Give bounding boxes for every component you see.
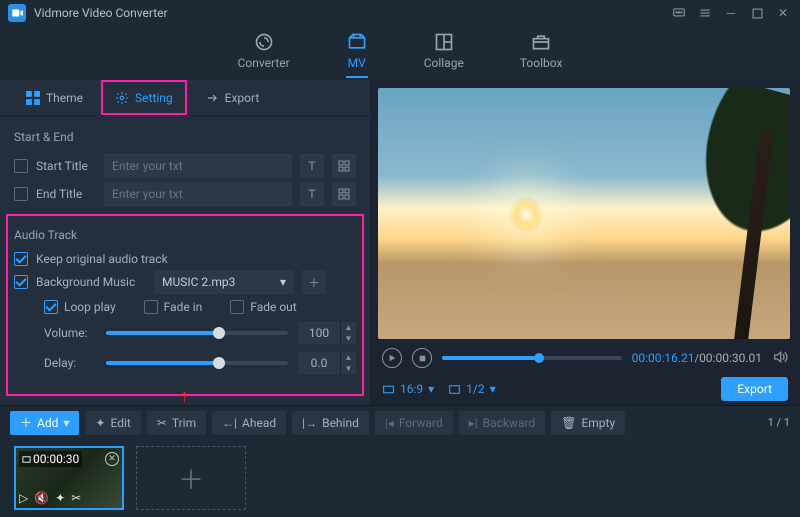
volume-up[interactable]: ▲ — [341, 322, 356, 333]
video-preview[interactable] — [378, 88, 790, 339]
start-title-label: Start Title — [36, 159, 96, 173]
zoom-select[interactable]: 1/2▾ — [448, 382, 495, 396]
clip-trim-icon[interactable]: ✂ — [71, 491, 81, 505]
volume-value[interactable]: 100▲▼ — [298, 322, 356, 344]
edit-button[interactable]: ✦Edit — [85, 411, 140, 435]
minimize-button[interactable]: ─ — [722, 4, 740, 22]
seek-bar[interactable] — [442, 356, 622, 360]
app-title: Vidmore Video Converter — [34, 6, 662, 20]
export-icon — [205, 91, 219, 105]
app-logo — [8, 4, 26, 22]
trash-icon: 🗑 — [561, 416, 576, 430]
magic-icon: ✦ — [95, 416, 105, 430]
volume-down[interactable]: ▼ — [341, 333, 356, 344]
page-indicator: 1 / 1 — [768, 416, 790, 429]
feedback-icon[interactable] — [670, 4, 688, 22]
bg-music-select[interactable]: MUSIC 2.mp3 ▾ — [154, 270, 294, 294]
forward-button[interactable]: |◂Forward — [375, 411, 453, 435]
keep-audio-label: Keep original audio track — [36, 252, 168, 266]
audio-track-panel: Audio Track Keep original audio track Ba… — [10, 218, 360, 392]
collage-icon — [433, 32, 455, 52]
delay-down[interactable]: ▼ — [341, 363, 356, 374]
loop-checkbox[interactable] — [44, 300, 58, 314]
add-music-button[interactable]: ＋ — [302, 270, 326, 294]
ahead-button[interactable]: ←|Ahead — [212, 411, 286, 435]
mv-icon — [346, 32, 368, 52]
delay-value[interactable]: 0.0▲▼ — [298, 352, 356, 374]
aspect-select[interactable]: 16:9▾ — [382, 382, 434, 396]
clip-duration: 00:00:30 — [19, 451, 82, 467]
delay-label: Delay: — [44, 356, 96, 370]
play-button[interactable] — [382, 348, 402, 368]
keep-audio-checkbox[interactable] — [14, 252, 28, 266]
scissors-icon: ✂ — [157, 416, 167, 430]
tab-theme[interactable]: Theme — [12, 80, 97, 115]
add-button[interactable]: ＋ Add ▾ — [10, 411, 79, 435]
trim-button[interactable]: ✂Trim — [147, 411, 206, 435]
nav-collage[interactable]: Collage — [424, 32, 464, 78]
end-title-checkbox[interactable] — [14, 187, 28, 201]
volume-icon[interactable] — [772, 349, 788, 368]
export-button[interactable]: Export — [721, 377, 788, 401]
menu-icon[interactable] — [696, 4, 714, 22]
fadeout-checkbox[interactable] — [230, 300, 244, 314]
start-text-pos-button[interactable] — [332, 154, 356, 178]
delay-up[interactable]: ▲ — [341, 352, 356, 363]
behind-button[interactable]: |→Behind — [292, 411, 369, 435]
start-text-style-button[interactable]: T — [300, 154, 324, 178]
start-end-title: Start & End — [14, 124, 356, 150]
add-clip-button[interactable]: ＋ — [136, 446, 246, 510]
nav-mv[interactable]: MV — [346, 32, 368, 78]
backward-button[interactable]: ▸|Backward — [459, 411, 546, 435]
time-display: 00:00:16.21/00:00:30.01 — [632, 351, 762, 365]
gear-icon — [115, 91, 129, 105]
chevron-down-icon: ▾ — [490, 382, 496, 396]
start-title-checkbox[interactable] — [14, 159, 28, 173]
volume-slider[interactable] — [106, 331, 288, 335]
clip-edit-icon[interactable]: ✦ — [55, 491, 65, 505]
delay-slider[interactable] — [106, 361, 288, 365]
bg-music-label: Background Music — [36, 275, 146, 289]
clip-mute-icon[interactable]: 🔇 — [34, 491, 49, 505]
stop-button[interactable] — [412, 348, 432, 368]
annotation-arrow: ↑ — [180, 386, 189, 407]
audio-track-title: Audio Track — [14, 222, 356, 248]
close-button[interactable]: ✕ — [774, 4, 792, 22]
chevron-down-icon: ▾ — [428, 382, 434, 396]
end-title-label: End Title — [36, 187, 96, 201]
tab-setting[interactable]: Setting — [101, 80, 187, 115]
end-text-pos-button[interactable] — [332, 182, 356, 206]
converter-icon — [253, 32, 275, 52]
clip-play-icon[interactable]: ▷ — [19, 491, 28, 505]
empty-button[interactable]: 🗑Empty — [551, 411, 625, 435]
tab-export[interactable]: Export — [191, 80, 274, 115]
end-text-style-button[interactable]: T — [300, 182, 324, 206]
maximize-button[interactable] — [748, 4, 766, 22]
end-title-input[interactable] — [104, 182, 292, 206]
clip-item[interactable]: 00:00:30 ✕ ▷ 🔇 ✦ ✂ — [14, 446, 124, 510]
theme-icon — [26, 91, 40, 105]
clip-remove-button[interactable]: ✕ — [105, 452, 119, 466]
toolbox-icon — [530, 32, 552, 52]
nav-converter[interactable]: Converter — [238, 32, 290, 78]
start-title-input[interactable] — [104, 154, 292, 178]
volume-label: Volume: — [44, 326, 96, 340]
chevron-down-icon: ▾ — [280, 275, 286, 289]
bg-music-checkbox[interactable] — [14, 275, 28, 289]
nav-toolbox[interactable]: Toolbox — [520, 32, 563, 78]
fadein-checkbox[interactable] — [144, 300, 158, 314]
